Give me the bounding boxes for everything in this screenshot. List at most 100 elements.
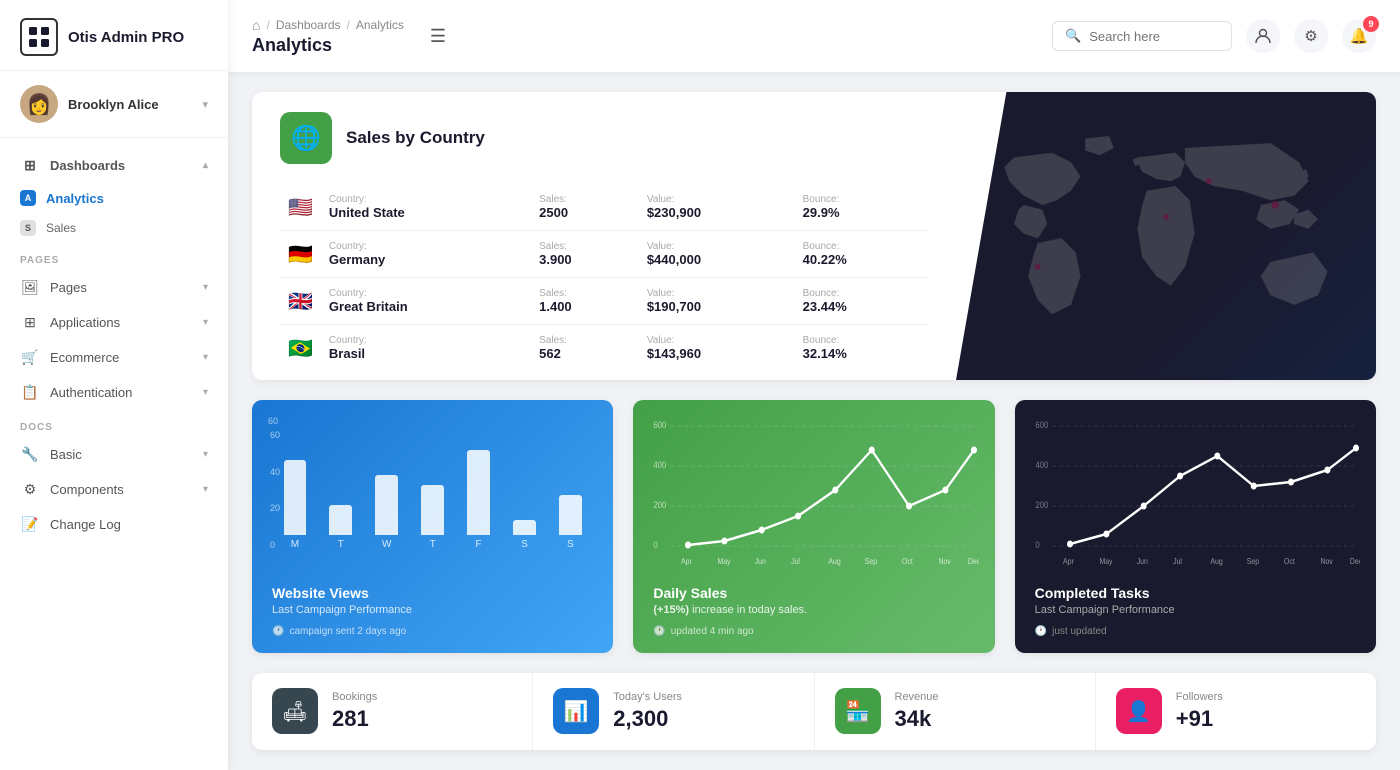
sales-cell: Sales: 562 (531, 325, 639, 372)
sidebar-item-ecommerce[interactable]: 🛒 Ecommerce ▾ (0, 340, 228, 375)
sidebar-item-analytics[interactable]: A Analytics (0, 183, 228, 213)
bar (375, 475, 398, 535)
bar-label: T (338, 539, 344, 550)
bar-label: S (521, 539, 528, 550)
dashboards-label: Dashboards (50, 158, 193, 173)
sidebar-item-dashboards[interactable]: ⊞ Dashboards ▴ (0, 148, 228, 183)
daily-sales-card: 600 400 200 0 (633, 400, 994, 653)
sales-by-country-card: 🌐 Sales by Country 🇺🇸 Country: United St… (252, 92, 1376, 380)
svg-text:400: 400 (654, 459, 667, 470)
content-area: 🌐 Sales by Country 🇺🇸 Country: United St… (228, 72, 1400, 770)
completed-tasks-svg: 600 400 200 0 (1031, 416, 1360, 566)
user-icon-button[interactable] (1246, 19, 1280, 53)
sidebar-item-components[interactable]: ⚙ Components ▾ (0, 472, 228, 507)
website-views-info: Website Views Last Campaign Performance … (252, 571, 613, 653)
completed-tasks-title: Completed Tasks (1035, 585, 1356, 601)
settings-icon-button[interactable]: ⚙ (1294, 19, 1328, 53)
table-row: 🇬🇧 Country: Great Britain Sales: 1.400 V… (280, 278, 928, 325)
breadcrumb-sep-1: / (266, 18, 269, 32)
sidebar-item-pages[interactable]: 🖼 Pages ▾ (0, 270, 228, 305)
completed-tasks-card: 600 400 200 0 (1015, 400, 1376, 653)
pages-section-label: PAGES (0, 243, 228, 270)
search-input[interactable] (1089, 29, 1219, 44)
authentication-icon: 📋 (20, 384, 40, 401)
svg-text:Nov: Nov (1320, 556, 1333, 565)
svg-text:600: 600 (654, 419, 667, 430)
svg-text:Aug: Aug (829, 556, 841, 565)
bar-label: F (476, 539, 482, 550)
sales-table-section: 🌐 Sales by Country 🇺🇸 Country: United St… (252, 92, 956, 380)
sidebar-item-changelog[interactable]: 📝 Change Log (0, 507, 228, 542)
svg-text:Apr: Apr (1063, 556, 1074, 565)
stat-label: Followers (1176, 691, 1223, 703)
daily-sales-footer: 🕐 updated 4 min ago (653, 626, 974, 637)
sales-cell: Sales: 2500 (531, 184, 639, 231)
sidebar-item-sales[interactable]: S Sales (0, 213, 228, 243)
authentication-chevron-icon: ▾ (203, 387, 208, 398)
flag-cell: 🇬🇧 (280, 278, 321, 325)
logo-area: Otis Admin PRO (0, 0, 228, 71)
website-views-footer: 🕐 campaign sent 2 days ago (272, 626, 593, 637)
svg-text:Apr: Apr (681, 556, 692, 565)
daily-sales-subtitle: (+15%) increase in today sales. (653, 604, 974, 616)
world-map-section (956, 92, 1376, 380)
notifications-icon-button[interactable]: 🔔 9 (1342, 19, 1376, 53)
bar-label: S (567, 539, 574, 550)
avatar: 👩 (20, 85, 58, 123)
sidebar: Otis Admin PRO 👩 Brooklyn Alice ▾ ⊞ Dash… (0, 0, 228, 770)
applications-chevron-icon: ▾ (203, 317, 208, 328)
sales-cell: Sales: 1.400 (531, 278, 639, 325)
breadcrumb-section: ⌂ / Dashboards / Analytics Analytics (252, 17, 404, 56)
globe-icon: 🌐 (280, 112, 332, 164)
svg-text:Oct: Oct (1284, 556, 1296, 565)
sidebar-item-applications[interactable]: ⊞ Applications ▾ (0, 305, 228, 340)
applications-label: Applications (50, 315, 193, 330)
website-views-card: 60 6040200MTWTFSS Website Views Last Cam… (252, 400, 613, 653)
sidebar-item-authentication[interactable]: 📋 Authentication ▾ (0, 375, 228, 410)
stat-icon: 👤 (1116, 688, 1162, 734)
daily-sales-pct: (+15%) (653, 604, 689, 616)
country-table: 🇺🇸 Country: United State Sales: 2500 Val… (280, 184, 928, 371)
logo-text: Otis Admin PRO (68, 29, 184, 46)
search-box[interactable]: 🔍 (1052, 21, 1232, 51)
user-profile[interactable]: 👩 Brooklyn Alice ▾ (0, 71, 228, 138)
bar (467, 450, 490, 535)
website-views-title: Website Views (272, 585, 593, 601)
value-cell: Value: $190,700 (639, 278, 795, 325)
bar (559, 495, 582, 535)
bar-group: S (551, 495, 589, 550)
bar (513, 520, 536, 535)
stat-icon: 🛋 (272, 688, 318, 734)
stat-label: Revenue (895, 691, 939, 703)
basic-label: Basic (50, 447, 193, 462)
svg-text:200: 200 (1035, 499, 1048, 510)
components-chevron-icon: ▾ (203, 484, 208, 495)
value-cell: Value: $230,900 (639, 184, 795, 231)
daily-sales-sub-suffix: increase in today sales. (689, 604, 807, 616)
website-views-subtitle: Last Campaign Performance (272, 604, 593, 616)
country-cell: Country: Germany (321, 231, 531, 278)
stat-value: 34k (895, 706, 939, 732)
notification-badge: 9 (1363, 16, 1379, 32)
bar-group: F (460, 450, 498, 550)
svg-text:Oct: Oct (902, 556, 914, 565)
stat-value: 281 (332, 706, 377, 732)
daily-sales-title: Daily Sales (653, 585, 974, 601)
bounce-cell: Bounce: 40.22% (795, 231, 928, 278)
applications-icon: ⊞ (20, 314, 40, 331)
hamburger-button[interactable]: ☰ (420, 18, 456, 54)
sidebar-item-basic[interactable]: 🔧 Basic ▾ (0, 437, 228, 472)
analytics-dot: A (20, 190, 36, 206)
main-content: ⌂ / Dashboards / Analytics Analytics ☰ 🔍… (228, 0, 1400, 770)
sales-cell: Sales: 3.900 (531, 231, 639, 278)
ecommerce-chevron-icon: ▾ (203, 352, 208, 363)
bar-group: T (414, 485, 452, 550)
components-icon: ⚙ (20, 481, 40, 498)
home-icon[interactable]: ⌂ (252, 17, 260, 33)
breadcrumb-dashboards[interactable]: Dashboards (276, 18, 341, 32)
components-label: Components (50, 482, 193, 497)
stats-row: 🛋 Bookings 281 📊 Today's Users 2,300 🏪 R… (252, 673, 1376, 750)
sales-dot: S (20, 220, 36, 236)
svg-text:May: May (1099, 556, 1112, 565)
stat-item: 👤 Followers +91 (1096, 673, 1376, 750)
